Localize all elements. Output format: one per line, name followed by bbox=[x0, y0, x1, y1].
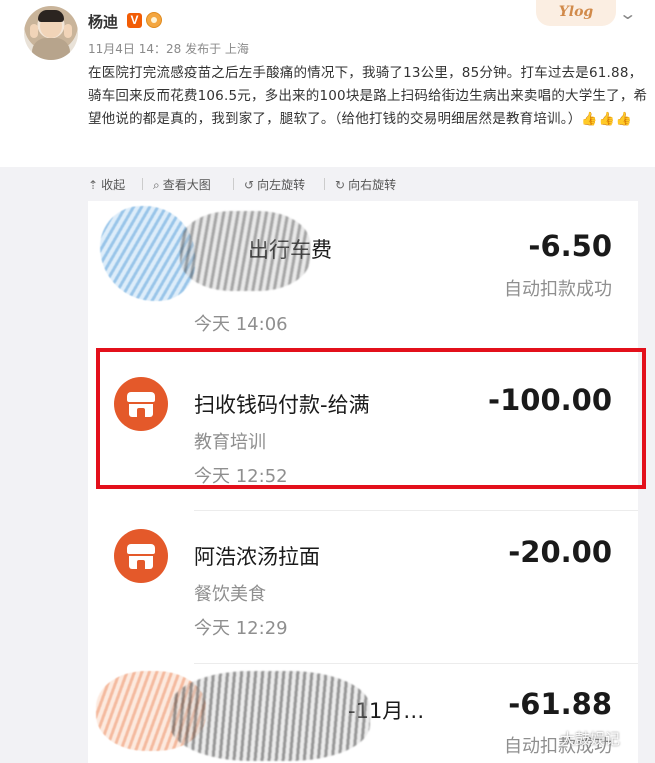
chevron-down-icon[interactable]: ⌄ bbox=[618, 4, 637, 23]
toolbar-divider bbox=[142, 178, 143, 190]
rotate-right-icon: ↻ bbox=[335, 178, 346, 192]
user-avatar[interactable] bbox=[24, 6, 78, 60]
rotate-left-icon: ↺ bbox=[244, 178, 255, 192]
redaction-scribble bbox=[170, 671, 370, 761]
collapse-icon: ⇡ bbox=[88, 178, 99, 192]
transaction-status: 自动扣款成功 bbox=[504, 279, 612, 300]
transaction-amount: -100.00 bbox=[488, 383, 612, 417]
transaction-amount: -6.50 bbox=[528, 229, 612, 263]
username[interactable]: 杨迪 bbox=[88, 11, 118, 32]
thumbs-up-icon: 👍👍👍 bbox=[581, 112, 633, 127]
rotate-right-button[interactable]: ↻ 向右旋转 bbox=[335, 176, 396, 193]
rotate-left-label: 向左旋转 bbox=[257, 178, 306, 192]
transaction-category: 教育培训 bbox=[194, 432, 266, 453]
transaction-title: 阿浩浓汤拉面 bbox=[194, 545, 320, 569]
transaction-time: 今天 12:52 bbox=[194, 466, 288, 487]
search-icon: ⌕ bbox=[153, 178, 160, 192]
transaction-time: 今天 12:29 bbox=[194, 618, 288, 639]
row-divider bbox=[194, 510, 638, 511]
view-large-label: 查看大图 bbox=[162, 178, 211, 192]
toolbar-divider bbox=[324, 178, 325, 190]
weibo-post: 杨迪 V Ylog ⌄ 11月4日 14：28 发布于 上海 在医院打完流感疫苗… bbox=[0, 0, 655, 165]
post-text: 在医院打完流感疫苗之后左手酸痛的情况下，我骑了13公里，85分钟。打车过去是61… bbox=[88, 65, 648, 127]
watermark: 大鼓娱记 bbox=[560, 730, 621, 748]
collapse-button[interactable]: ⇡ 收起 bbox=[88, 176, 125, 193]
storefront-icon bbox=[114, 529, 168, 583]
payment-screenshot[interactable]: 出行车费 -6.50 自动扣款成功 今天 14:06 扫收钱码付款-给满 -10… bbox=[0, 201, 655, 763]
transaction-title: 扫收钱码付款-给满 bbox=[194, 393, 370, 417]
transaction-category: 餐饮美食 bbox=[194, 584, 266, 605]
transaction-amount: -61.88 bbox=[508, 687, 612, 721]
rotate-left-button[interactable]: ↺ 向左旋转 bbox=[244, 176, 305, 193]
storefront-icon bbox=[114, 377, 168, 431]
collapse-label: 收起 bbox=[101, 178, 126, 192]
transaction-amount: -20.00 bbox=[508, 535, 612, 569]
verified-icon: V bbox=[127, 13, 142, 28]
post-meta: 11月4日 14：28 发布于 上海 bbox=[88, 42, 249, 56]
medal-icon bbox=[146, 12, 162, 28]
post-body: 在医院打完流感疫苗之后左手酸痛的情况下，我骑了13公里，85分钟。打车过去是61… bbox=[88, 62, 648, 131]
rotate-right-label: 向右旋转 bbox=[348, 178, 397, 192]
redaction-scribble bbox=[180, 211, 310, 291]
transaction-time: 今天 14:06 bbox=[194, 314, 288, 335]
row-divider bbox=[194, 663, 638, 664]
row-divider bbox=[194, 348, 638, 349]
image-toolbar: ⇡ 收起 ⌕ 查看大图 ↺ 向左旋转 ↻ 向右旋转 bbox=[0, 167, 655, 201]
ylog-sticker: Ylog bbox=[536, 0, 616, 26]
toolbar-divider bbox=[233, 178, 234, 190]
view-large-button[interactable]: ⌕ 查看大图 bbox=[153, 176, 211, 193]
